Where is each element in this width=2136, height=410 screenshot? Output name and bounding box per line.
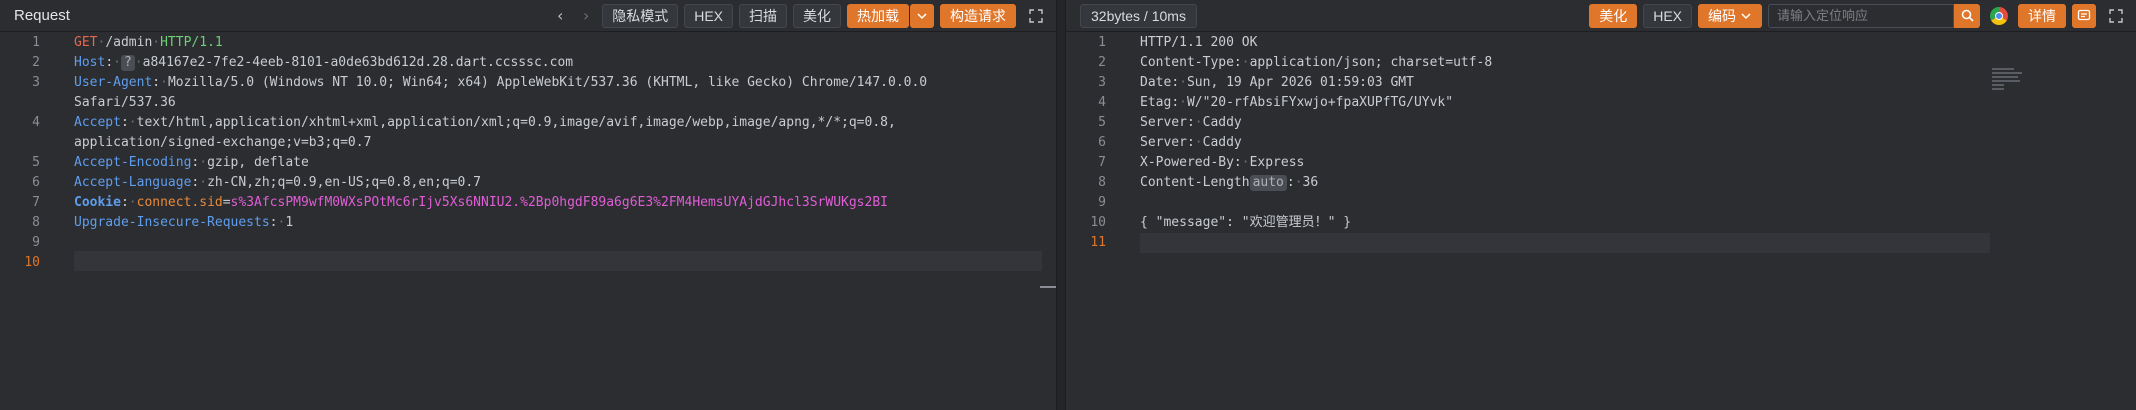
request-line-9: 9 [32,235,40,250]
header-key: Content-Type [1140,55,1234,70]
header-key: Server [1140,115,1187,130]
comment-button[interactable] [2072,3,2096,28]
cookie-name: connect.sid [136,195,223,210]
encoding-label: 编码 [1708,7,1736,24]
request-title: Request [14,7,70,24]
response-beautify-button[interactable]: 美化 [1589,3,1638,28]
response-line-4: 4 Etag:·W/"20-rfAbsiFYxwjo+fpaXUPfTG/UYv… [1098,95,1454,110]
chrome-icon[interactable] [1990,6,2008,25]
response-hex-button[interactable]: HEX [1643,3,1692,28]
response-line-11: 11 [1090,235,1106,250]
request-line-8: 8 Upgrade-Insecure-Requests:·1 [32,215,294,230]
chevron-left-icon[interactable]: ‹ [550,4,570,28]
header-key: Cookie [74,195,121,210]
header-key: Upgrade-Insecure-Requests [74,215,270,230]
header-value-wrap: application/signed-exchange;v=b3;q=0.7 [74,135,372,150]
request-pane: Request ‹ › 隐私模式 HEX 扫描 美化 热加载 构造请求 1 GE… [0,0,1056,410]
header-value: gzip, deflate [207,155,309,170]
response-line-8: 8 Content-Length auto:·36 [1098,175,1319,191]
search-button[interactable] [1954,3,1980,28]
response-line-5: 5 Server:·Caddy [1098,115,1242,130]
header-key: User-Agent [74,75,153,90]
request-line-1: 1 GET·/admin·HTTP/1.1 [32,35,223,50]
response-stats: 32bytes / 10ms [1080,3,1197,28]
header-key: Server [1140,135,1187,150]
request-method: GET [74,35,98,50]
hot-load-button[interactable]: 热加载 [847,3,909,28]
header-key: Accept [74,115,121,130]
response-search [1768,3,1980,28]
header-value-wrap: Safari/537.36 [74,95,176,110]
request-line-6: 6 Accept-Language:·zh-CN,zh;q=0.9,en-US;… [32,175,481,190]
header-value: W/"20-rfAbsiFYxwjo+fpaXUPfTG/UYvk" [1186,95,1454,110]
response-line-7: 7 X-Powered-By:·Express [1098,155,1305,170]
request-line-7: 7 Cookie:·connect.sid=s%3AfcsPM9wfM0WXsP… [32,195,888,210]
chevron-right-icon[interactable]: › [576,4,596,28]
response-line-2: 2 Content-Type:·application/json; charse… [1098,55,1493,70]
header-key: Etag [1140,95,1172,110]
minimap[interactable] [1992,68,2026,92]
header-value: application/json; charset=utf-8 [1249,55,1493,70]
scrollbar-marker[interactable] [1040,286,1056,288]
encoding-dropdown[interactable]: 编码 [1698,3,1762,28]
chevron-down-icon [1741,12,1751,19]
request-line-10: 10 [24,255,40,270]
header-key: Date [1140,75,1172,90]
response-search-input[interactable] [1768,3,1954,28]
header-value: a84167e2-7fe2-4eeb-8101-a0de63bd612d.28.… [142,55,574,70]
header-value: Caddy [1202,135,1242,150]
response-line-10: 10 { "message": "欢迎管理员！" } [1066,213,2136,233]
response-editor[interactable]: 1 HTTP/1.1 200 OK 2 Content-Type:·applic… [1066,33,2136,410]
header-key: Host [74,55,106,70]
search-icon [1961,9,1974,22]
header-value: zh-CN,zh;q=0.9,en-US;q=0.8,en;q=0.7 [207,175,481,190]
request-beautify-button[interactable]: 美化 [793,3,841,28]
fullscreen-icon[interactable] [2104,4,2128,28]
header-value: text/html,application/xhtml+xml,applicat… [136,115,896,130]
header-key: Accept-Encoding [74,155,192,170]
cookie-value: s%3AfcsPM9wfM0WXsPOtMc6rIjv5Xs6NNIU2.%2B… [230,195,888,210]
status-line: HTTP/1.1 200 OK [1140,35,1258,50]
response-line-1: 1 HTTP/1.1 200 OK [1066,33,2136,53]
header-value: Caddy [1202,115,1242,130]
request-protocol: HTTP/1.1 [160,35,223,50]
header-value: Sun, 19 Apr 2026 01:59:03 GMT [1186,75,1414,90]
request-line-3: 3 User-Agent:·Mozilla/5.0 (Windows NT 10… [32,75,928,110]
help-icon[interactable]: ? [120,55,135,71]
hot-load-dropdown[interactable] [910,3,934,28]
pane-splitter[interactable] [1056,0,1066,410]
build-request-button[interactable]: 构造请求 [940,3,1016,28]
header-value: Mozilla/5.0 (Windows NT 10.0; Win64; x64… [167,75,928,90]
response-line-9: 9 [1098,195,1106,210]
privacy-mode-button[interactable]: 隐私模式 [602,3,679,28]
header-value: 36 [1302,175,1319,190]
header-value: Express [1249,155,1305,170]
response-pane: 32bytes / 10ms 美化 HEX 编码 详情 1 HTTP/1.1 2… [1066,0,2136,410]
request-line-4: 4 Accept:·text/html,application/xhtml+xm… [32,115,896,150]
dropdown-icon [917,12,927,19]
response-toolbar: 32bytes / 10ms 美化 HEX 编码 详情 [1066,0,2136,32]
request-line-2: 2 Host:·? ·a84167e2-7fe2-4eeb-8101-a0de63… [32,55,574,71]
details-button[interactable]: 详情 [2018,3,2066,28]
auto-badge[interactable]: auto [1249,175,1287,191]
request-hex-button[interactable]: HEX [684,3,733,28]
header-key: Accept-Language [74,175,192,190]
comment-icon [2077,9,2091,20]
request-editor[interactable]: 1 GET·/admin·HTTP/1.1 2 Host:·? ·a84167e2… [0,33,1056,410]
header-key: X-Powered-By [1140,155,1234,170]
request-toolbar: Request ‹ › 隐私模式 HEX 扫描 美化 热加载 构造请求 [0,0,1056,32]
fullscreen-icon[interactable] [1024,4,1048,28]
scan-button[interactable]: 扫描 [739,3,787,28]
request-path: /admin [105,35,153,50]
request-line-5: 5 Accept-Encoding:·gzip, deflate [32,155,309,170]
response-line-3: 3 Date:·Sun, 19 Apr 2026 01:59:03 GMT [1098,75,1414,90]
header-key: Content-Length [1140,175,1250,190]
header-value: 1 [285,215,294,230]
response-body: { "message": "欢迎管理员！" } [1140,215,1352,230]
response-line-6: 6 Server:·Caddy [1098,135,1242,150]
